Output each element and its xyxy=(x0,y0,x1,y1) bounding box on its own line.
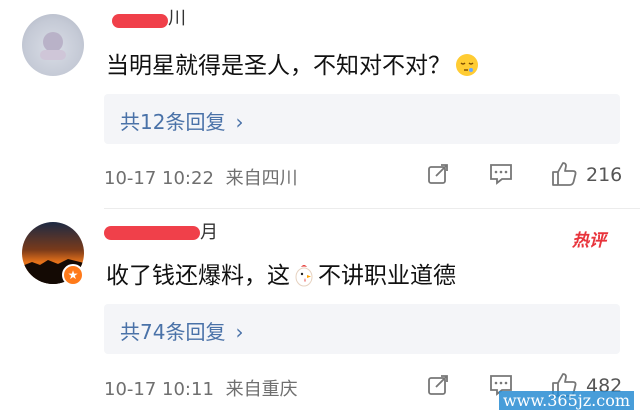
location: 来自四川 xyxy=(225,168,298,189)
comment-text: 收了钱还爆料，这 不讲职业道德 xyxy=(106,256,456,290)
comment-text-part-2: 不讲职业道德 xyxy=(318,263,456,289)
view-replies-link[interactable]: 共74条回复 › xyxy=(120,316,243,345)
redacted-username xyxy=(104,226,200,240)
share-icon[interactable] xyxy=(426,162,450,186)
chevron-right-icon: › xyxy=(235,320,244,344)
like-icon[interactable] xyxy=(550,160,578,188)
chicken-emoji-icon xyxy=(295,265,313,287)
share-icon[interactable] xyxy=(426,373,450,397)
timestamp: 10-17 10:11 xyxy=(104,379,214,400)
divider xyxy=(104,208,640,209)
vip-badge-icon: ★ xyxy=(62,264,84,286)
reply-box[interactable]: 共74条回复 › xyxy=(104,304,620,354)
username-suffix[interactable]: 川 xyxy=(168,4,186,30)
chevron-right-icon: › xyxy=(235,110,244,134)
view-replies-link[interactable]: 共12条回复 › xyxy=(120,106,243,135)
comment-text-body: 当明星就得是圣人，不知对不对？ xyxy=(106,53,451,79)
location: 来自重庆 xyxy=(225,379,298,400)
reply-count-label: 共12条回复 xyxy=(120,110,226,134)
comment-text: 当明星就得是圣人，不知对不对？ xyxy=(106,46,479,80)
sleepy-face-emoji-icon xyxy=(456,54,478,76)
hot-comment-badge: 热评 xyxy=(572,231,606,251)
comment-meta: 10-17 10:11 来自重庆 xyxy=(104,375,298,401)
timestamp: 10-17 10:22 xyxy=(104,168,214,189)
site-watermark: www.365jz.com xyxy=(498,391,634,410)
reply-box[interactable]: 共12条回复 › xyxy=(104,94,620,144)
username-suffix[interactable]: 月 xyxy=(200,218,218,244)
comment-meta: 10-17 10:22 来自四川 xyxy=(104,164,298,190)
avatar[interactable] xyxy=(22,14,84,76)
reply-count-label: 共74条回复 xyxy=(120,320,226,344)
comment-icon[interactable] xyxy=(488,162,514,186)
comment-text-part-1: 收了钱还爆料，这 xyxy=(106,263,290,289)
like-count: 216 xyxy=(586,164,623,186)
redacted-username xyxy=(112,14,168,28)
